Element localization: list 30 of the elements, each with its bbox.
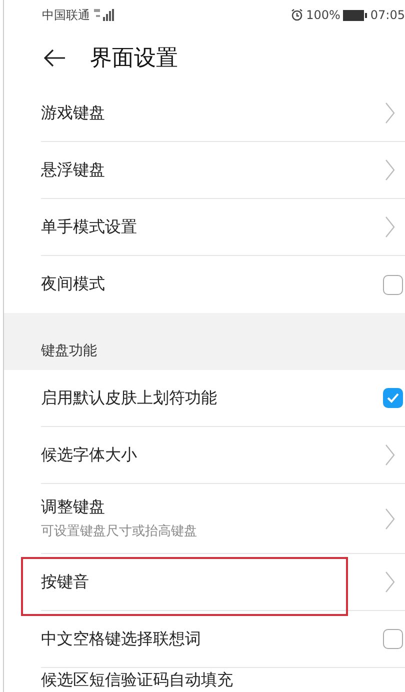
page-title: 界面设置	[90, 44, 178, 72]
row-label: 游戏键盘	[41, 102, 105, 124]
alarm-icon	[291, 9, 304, 21]
row-label: 单手模式设置	[41, 216, 137, 238]
row-label: 启用默认皮肤上划符功能	[41, 388, 217, 408]
checkbox[interactable]	[383, 274, 403, 294]
chevron-right-icon	[385, 102, 395, 124]
battery-icon	[343, 10, 368, 20]
back-arrow-icon[interactable]	[44, 48, 66, 66]
row-label: 候选区短信验证码自动填充	[41, 670, 233, 691]
chevron-right-icon	[385, 216, 395, 238]
row-label: 悬浮键盘	[41, 160, 105, 180]
battery-percent: 100%	[306, 8, 340, 22]
section-header: 键盘功能	[41, 342, 97, 360]
clock-time: 07:05	[370, 8, 405, 22]
row-label: 调整键盘	[41, 497, 106, 518]
row-label: 夜间模式	[41, 274, 105, 295]
check-icon	[386, 392, 400, 404]
row-label: 候选字体大小	[41, 444, 137, 466]
row-label: 按键音	[41, 572, 89, 592]
chevron-right-icon	[385, 508, 395, 530]
chevron-right-icon	[385, 444, 395, 466]
chevron-right-icon	[385, 571, 395, 593]
row-subtitle: 可设置键盘尺寸或抬高键盘	[41, 523, 197, 540]
checkbox[interactable]	[383, 629, 403, 649]
checkbox[interactable]	[383, 388, 403, 408]
signal-icon	[93, 9, 115, 21]
chevron-right-icon	[385, 159, 395, 181]
carrier-name: 中国联通	[42, 6, 90, 24]
row-label: 中文空格键选择联想词	[41, 628, 201, 650]
